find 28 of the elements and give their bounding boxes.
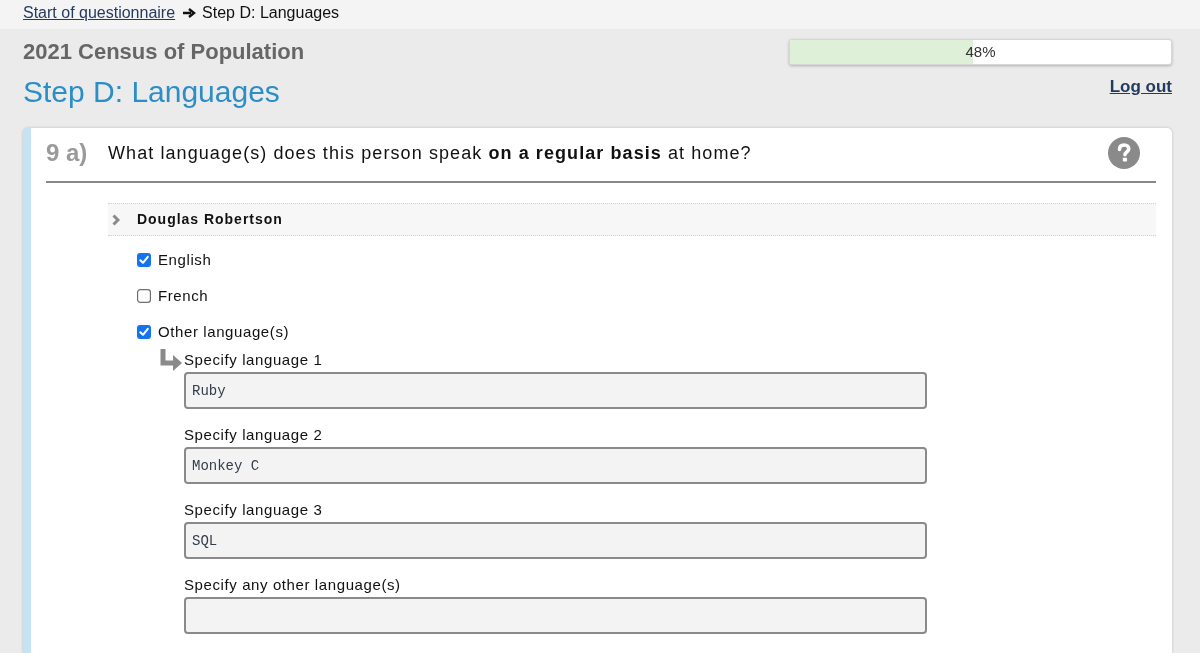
breadcrumb-link[interactable]: Start of questionnaire [23, 0, 176, 25]
help-button[interactable] [1108, 137, 1140, 169]
field-label: Specify language 2 [184, 425, 324, 445]
indent-arrow-icon [160, 349, 183, 373]
text-input[interactable]: SQL [184, 522, 927, 559]
person-row[interactable]: Douglas Robertson [108, 203, 1156, 236]
question-number: 9 a) [46, 138, 89, 168]
arrow-icon [183, 7, 197, 18]
field-label: Specify any other language(s) [184, 575, 402, 595]
text-input[interactable] [184, 597, 927, 634]
checkbox[interactable] [137, 289, 151, 303]
breadcrumb-current: Step D: Languages [202, 2, 340, 23]
text-input[interactable]: Ruby [184, 372, 927, 409]
option-label[interactable]: English [158, 248, 212, 272]
field-label: Specify language 3 [184, 500, 324, 520]
checkbox[interactable] [137, 253, 151, 267]
help-icon [1108, 137, 1140, 169]
question-text: What language(s) does this person speak on a regular basis at home? [108, 141, 752, 165]
field-label: Specify language 1 [184, 350, 324, 370]
text-input[interactable]: Monkey C [184, 447, 927, 484]
chevron-icon [112, 213, 120, 226]
logout-link[interactable]: Log out [1109, 74, 1172, 100]
option-label[interactable]: Other language(s) [158, 320, 290, 344]
survey-title: 2021 Census of Population [23, 38, 306, 66]
progress-percentage: 48% [964, 41, 997, 62]
checkbox[interactable] [137, 325, 151, 339]
option-label[interactable]: French [158, 284, 209, 308]
step-title: Step D: Languages [23, 74, 281, 110]
